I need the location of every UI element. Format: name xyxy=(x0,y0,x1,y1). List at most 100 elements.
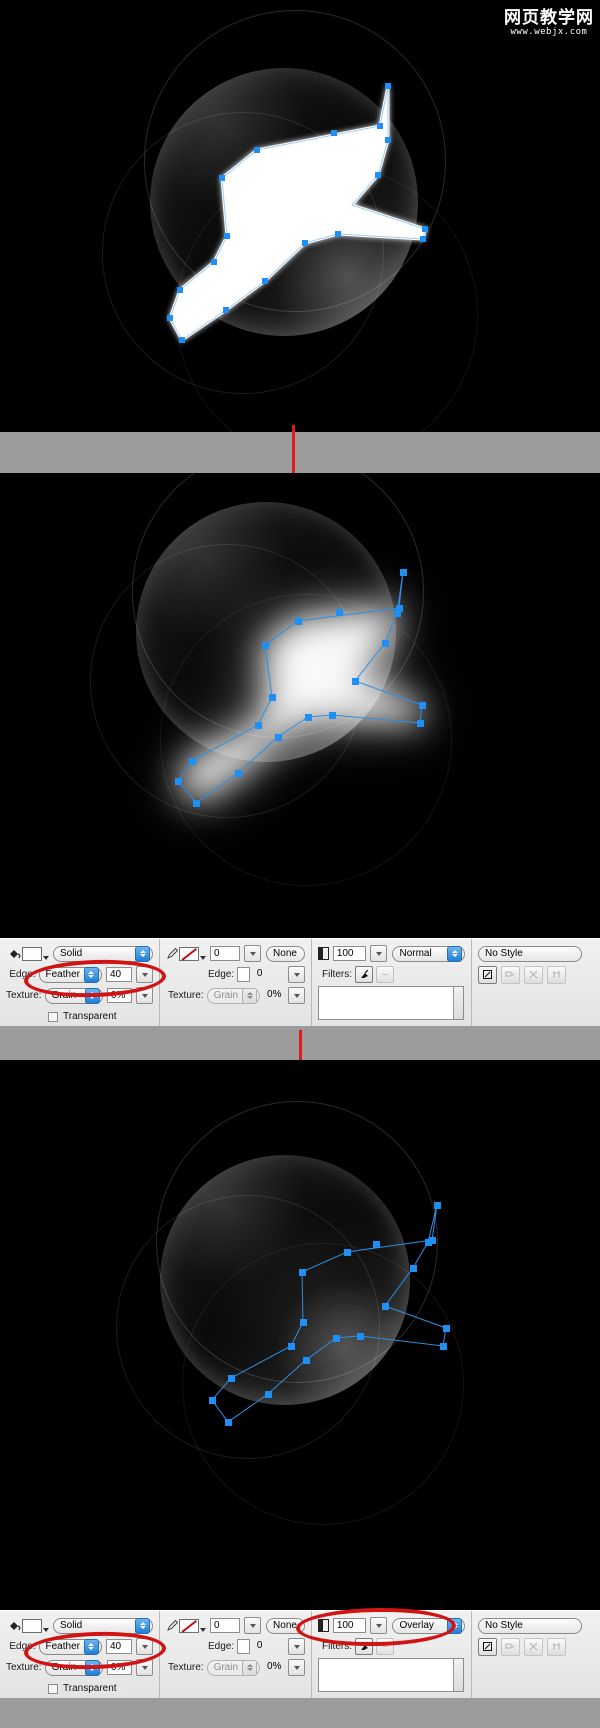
fill-texture-amount-field[interactable]: 0% xyxy=(106,988,132,1003)
fill-edge-amount-field[interactable]: 40 xyxy=(105,967,132,982)
fill-texture-stepper[interactable] xyxy=(84,987,100,1004)
styles-section-top[interactable]: No Style xyxy=(472,939,600,1027)
undo-style-button[interactable] xyxy=(501,1637,520,1656)
opacity-dropdown[interactable] xyxy=(370,945,388,962)
fill-texture-stepper[interactable] xyxy=(84,1659,100,1676)
filters-scrollbar[interactable] xyxy=(453,987,463,1019)
delete-style-button[interactable] xyxy=(547,1637,566,1656)
fill-color-swatch[interactable] xyxy=(22,1618,49,1633)
stroke-texture-stepper[interactable] xyxy=(242,987,258,1004)
remove-filter-button[interactable]: – xyxy=(376,1638,394,1655)
stroke-edge-preview xyxy=(237,1639,250,1654)
stroke-texture-dropdown[interactable] xyxy=(288,987,306,1004)
stroke-section-top[interactable]: 0 None Edge: 0 Texture: Grain 0% xyxy=(160,939,312,1027)
stroke-edge-dropdown[interactable] xyxy=(288,966,305,983)
property-inspector-bottom[interactable]: Solid Edge: Feather 40 Texture: Grain 0%… xyxy=(0,1606,600,1700)
fill-type-popup[interactable]: Solid xyxy=(53,1617,153,1634)
filters-label: Filters: xyxy=(322,1641,352,1652)
stroke-category-popup[interactable]: None xyxy=(266,1617,305,1634)
blend-mode-popup[interactable]: Normal xyxy=(392,945,465,962)
stroke-category-value: None xyxy=(273,1620,297,1631)
stroke-width-dropdown[interactable] xyxy=(244,945,262,962)
watermark-url-text: www.webjx.com xyxy=(510,27,588,37)
canvas-step-1: 网页教学网 www.webjx.com xyxy=(0,0,600,432)
blend-mode-popup[interactable]: Overlay xyxy=(392,1617,465,1634)
filters-list[interactable] xyxy=(318,986,464,1020)
stroke-texture-stepper[interactable] xyxy=(242,1659,258,1676)
fill-edge-amount-dropdown[interactable] xyxy=(136,1638,153,1655)
styles-section-bottom[interactable]: No Style xyxy=(472,1611,600,1699)
style-popup[interactable]: No Style xyxy=(478,1617,582,1634)
fill-type-stepper[interactable] xyxy=(135,1617,150,1634)
stroke-texture-label: Texture: xyxy=(168,1662,204,1673)
fill-texture-amount-dropdown[interactable] xyxy=(136,987,153,1004)
stroke-edge-amount-field[interactable]: 0 xyxy=(254,1639,284,1654)
stroke-texture-amount-field[interactable]: 0% xyxy=(264,988,284,1003)
fill-edge-popup[interactable]: Feather xyxy=(38,1638,102,1655)
stroke-color-swatch[interactable] xyxy=(179,946,206,961)
fill-color-swatch[interactable] xyxy=(22,946,49,961)
fill-texture-value: Grain xyxy=(51,990,77,1001)
fill-type-stepper[interactable] xyxy=(135,945,150,962)
fill-edge-amount-field[interactable]: 40 xyxy=(105,1639,132,1654)
filters-scrollbar[interactable] xyxy=(453,1659,463,1691)
opacity-field[interactable]: 100 xyxy=(332,1618,367,1633)
fill-type-value: Solid xyxy=(60,1620,83,1631)
canvas-step-3 xyxy=(0,1060,600,1610)
vector-shape-3 xyxy=(209,1202,450,1426)
transparent-checkbox[interactable] xyxy=(48,1683,58,1694)
blend-mode-stepper[interactable] xyxy=(447,1617,462,1634)
fill-edge-label: Edge: xyxy=(9,969,36,980)
stroke-texture-dropdown[interactable] xyxy=(288,1659,306,1676)
stroke-category-popup[interactable]: None xyxy=(266,945,305,962)
stroke-edge-label: Edge: xyxy=(208,969,235,980)
feathered-shape-2 xyxy=(175,569,426,807)
info-style-button[interactable] xyxy=(478,1637,497,1656)
delete-style-button[interactable] xyxy=(547,965,566,984)
remove-filter-button[interactable]: – xyxy=(376,966,394,983)
property-inspector-top[interactable]: Solid Edge: Feather 40 Texture: Grain 0%… xyxy=(0,938,600,1028)
filters-list[interactable] xyxy=(318,1658,464,1692)
undo-style-button[interactable] xyxy=(501,965,520,984)
opacity-field[interactable]: 100 xyxy=(332,946,367,961)
stroke-width-field[interactable]: 0 xyxy=(210,1618,241,1633)
stroke-texture-popup[interactable]: Grain xyxy=(206,1659,261,1676)
fill-edge-stepper[interactable] xyxy=(83,966,99,983)
stroke-edge-dropdown[interactable] xyxy=(288,1638,305,1655)
fill-edge-value: Feather xyxy=(45,1641,80,1652)
fill-texture-amount-dropdown[interactable] xyxy=(136,1659,153,1676)
stroke-width-field[interactable]: 0 xyxy=(210,946,241,961)
fill-edge-stepper[interactable] xyxy=(83,1638,99,1655)
fill-texture-amount-field[interactable]: 0% xyxy=(106,1660,132,1675)
stroke-texture-amount-field[interactable]: 0% xyxy=(264,1660,284,1675)
effects-section-top[interactable]: 100 Normal Filters: – xyxy=(312,939,472,1027)
new-style-button[interactable] xyxy=(524,965,543,984)
add-filter-button[interactable] xyxy=(355,966,373,983)
fill-type-popup[interactable]: Solid xyxy=(53,945,153,962)
stroke-texture-value: Grain xyxy=(213,990,239,1001)
stroke-edge-amount-field[interactable]: 0 xyxy=(254,967,284,982)
blend-mode-value: Normal xyxy=(399,948,432,959)
stroke-section-bottom[interactable]: 0 None Edge: 0 Texture: Grain 0% xyxy=(160,1611,312,1699)
stroke-texture-value: Grain xyxy=(213,1662,239,1673)
fill-texture-label: Texture: xyxy=(6,990,42,1001)
info-style-button[interactable] xyxy=(478,965,497,984)
fill-type-value: Solid xyxy=(60,948,83,959)
transparent-checkbox[interactable] xyxy=(48,1011,58,1022)
fill-section-bottom[interactable]: Solid Edge: Feather 40 Texture: Grain 0%… xyxy=(0,1611,160,1699)
fill-edge-popup[interactable]: Feather xyxy=(38,966,102,983)
fill-texture-popup[interactable]: Grain xyxy=(44,1659,103,1676)
effects-section-bottom[interactable]: 100 Overlay Filters: – xyxy=(312,1611,472,1699)
stroke-texture-popup[interactable]: Grain xyxy=(206,987,261,1004)
fill-texture-popup[interactable]: Grain xyxy=(44,987,103,1004)
fill-edge-amount-dropdown[interactable] xyxy=(136,966,153,983)
fill-section-top[interactable]: Solid Edge: Feather 40 Texture: Grain 0%… xyxy=(0,939,160,1027)
stroke-width-dropdown[interactable] xyxy=(244,1617,262,1634)
stroke-color-swatch[interactable] xyxy=(179,1618,206,1633)
opacity-dropdown[interactable] xyxy=(370,1617,388,1634)
blend-mode-stepper[interactable] xyxy=(447,945,462,962)
paint-bucket-icon xyxy=(6,946,22,961)
new-style-button[interactable] xyxy=(524,1637,543,1656)
style-popup[interactable]: No Style xyxy=(478,945,582,962)
add-filter-button[interactable] xyxy=(355,1638,373,1655)
